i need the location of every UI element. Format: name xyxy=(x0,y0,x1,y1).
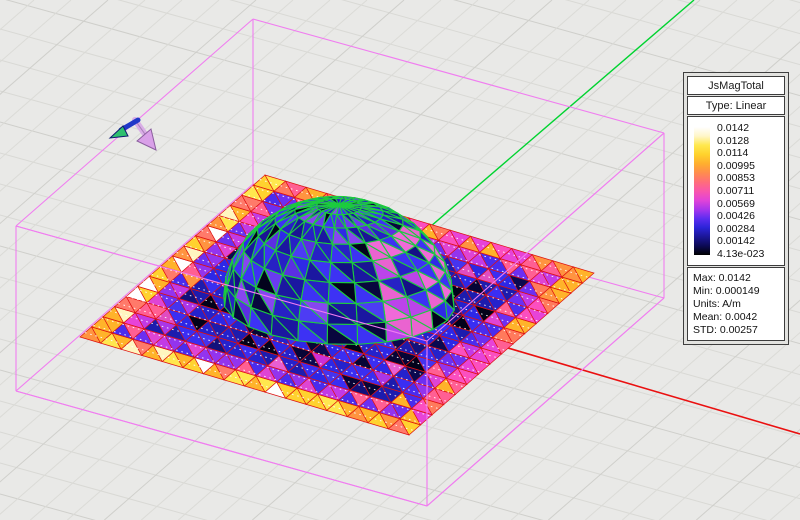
scale-tick-label: 0.00853 xyxy=(717,172,755,185)
scene-canvas[interactable] xyxy=(0,0,800,520)
stat-line: Max: 0.0142 xyxy=(693,271,751,284)
color-key-title: JsMagTotal xyxy=(687,76,785,95)
scale-tick-label: 0.0114 xyxy=(717,147,749,160)
scale-tick-label: 0.00426 xyxy=(717,210,755,223)
scale-tick-label: 4.13e-023 xyxy=(717,247,765,260)
color-gradient-bar xyxy=(694,127,710,255)
stat-line: STD: 0.00257 xyxy=(693,323,758,336)
3d-modeler-viewport[interactable]: JsMagTotal Type: Linear 0.0142 0.0128 0.01… xyxy=(0,0,800,520)
scale-tick-label: 0.00995 xyxy=(717,159,755,172)
scale-tick-label: 0.00711 xyxy=(717,184,755,197)
stat-line: Min: 0.000149 xyxy=(693,284,760,297)
scale-tick-list: 0.0142 0.0128 0.0114 0.00995 0.00853 0.00711 0… xyxy=(717,122,764,261)
color-key-panel[interactable]: JsMagTotal Type: Linear 0.0142 0.0128 0.01… xyxy=(683,72,789,345)
color-key-scale: 0.0142 0.0128 0.0114 0.00995 0.00853 0.00711 0… xyxy=(687,116,785,266)
scale-tick-label: 0.0142 xyxy=(717,122,750,134)
color-key-scale-type: Type: Linear xyxy=(687,96,785,115)
scale-tick-label: 0.00142 xyxy=(717,235,755,248)
color-key-stats: Max: 0.0142 Min: 0.000149 Units: A/m Mean: … xyxy=(687,266,785,341)
scale-tick-label: 0.00284 xyxy=(717,222,755,235)
scale-tick-label: 0.0128 xyxy=(717,134,750,147)
stat-line: Mean: 0.0042 xyxy=(693,310,758,323)
scale-tick-label: 0.00569 xyxy=(717,197,755,210)
stat-line: Units: A/m xyxy=(693,297,741,310)
